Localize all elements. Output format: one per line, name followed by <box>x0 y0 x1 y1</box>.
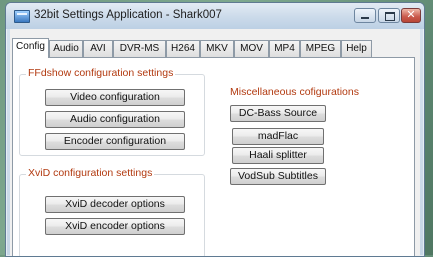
minimize-icon <box>361 17 369 19</box>
tab-mkv[interactable]: MKV <box>200 40 234 57</box>
minimize-button[interactable] <box>354 8 376 23</box>
ffdshow-group-title: FFdshow configuration settings <box>26 67 176 79</box>
misc-group-title: Miscellaneous cofigurations <box>228 86 361 98</box>
video-configuration-button[interactable]: Video configuration <box>45 89 185 106</box>
maximize-icon <box>385 12 395 21</box>
close-icon: ✕ <box>406 8 416 21</box>
tab-dvr-ms[interactable]: DVR-MS <box>113 40 166 57</box>
window-title: 32bit Settings Application - Shark007 <box>34 9 222 21</box>
tab-mp4[interactable]: MP4 <box>269 40 300 57</box>
tab-config[interactable]: Config <box>12 38 49 58</box>
encoder-configuration-button[interactable]: Encoder configuration <box>45 133 185 150</box>
client-area: Config Audio AVI DVR-MS H264 MKV MOV MP4… <box>10 29 420 256</box>
tab-help[interactable]: Help <box>341 40 372 57</box>
tab-avi[interactable]: AVI <box>83 40 113 57</box>
xvid-decoder-options-button[interactable]: XviD decoder options <box>45 196 185 213</box>
tab-audio[interactable]: Audio <box>49 40 83 57</box>
tab-h264[interactable]: H264 <box>166 40 200 57</box>
maximize-button[interactable] <box>378 8 400 23</box>
madflac-button[interactable]: madFlac <box>232 128 324 145</box>
audio-configuration-button[interactable]: Audio configuration <box>45 111 185 128</box>
dc-bass-source-button[interactable]: DC-Bass Source <box>230 105 326 122</box>
title-bar[interactable]: 32bit Settings Application - Shark007 ✕ <box>6 3 424 29</box>
app-window: 32bit Settings Application - Shark007 ✕ … <box>5 2 425 257</box>
tab-mpeg[interactable]: MPEG <box>300 40 341 57</box>
misc-group: Miscellaneous cofigurations DC-Bass Sour… <box>223 86 367 229</box>
xvid-encoder-options-button[interactable]: XviD encoder options <box>45 218 185 235</box>
xvid-group-title: XviD configuration settings <box>26 167 155 179</box>
close-button[interactable]: ✕ <box>401 8 421 23</box>
config-panel: FFdshow configuration settings Video con… <box>12 57 415 256</box>
ffdshow-group: FFdshow configuration settings Video con… <box>19 67 205 156</box>
xvid-group: XviD configuration settings XviD decoder… <box>19 167 205 256</box>
tab-mov[interactable]: MOV <box>234 40 269 57</box>
vodsub-subtitles-button[interactable]: VodSub Subtitles <box>230 168 326 185</box>
haali-splitter-button[interactable]: Haali splitter <box>232 147 324 164</box>
app-icon <box>14 10 30 23</box>
